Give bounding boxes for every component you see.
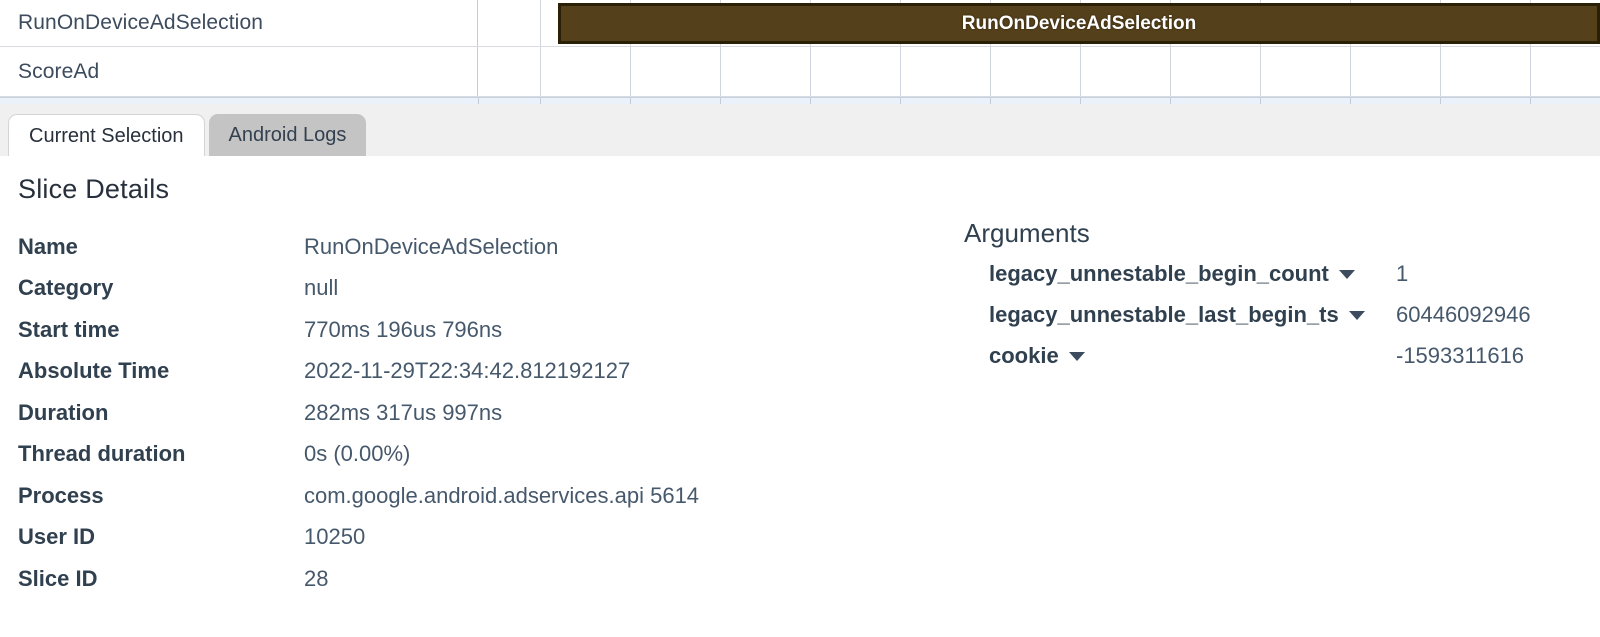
detail-key: Thread duration xyxy=(18,441,186,467)
timeline-slice[interactable]: RunOnDeviceAdSelection xyxy=(558,3,1600,44)
track-canvas[interactable]: RunOnDeviceAdSelection xyxy=(479,0,1600,46)
argument-key[interactable]: legacy_unnestable_begin_count xyxy=(989,261,1329,287)
timeline-gridline xyxy=(990,47,991,96)
slice-details-table: Name RunOnDeviceAdSelection Category null St… xyxy=(18,226,699,600)
detail-value: 10250 xyxy=(304,524,366,550)
track-title: ScoreAd xyxy=(18,59,100,83)
argument-value: 1 xyxy=(1396,260,1409,286)
detail-key: Process xyxy=(18,482,104,508)
detail-key: Duration xyxy=(18,399,109,425)
argument-key[interactable]: legacy_unnestable_last_begin_ts xyxy=(989,302,1339,328)
table-row: Thread duration 0s (0.00%) xyxy=(18,434,699,476)
detail-key: Start time xyxy=(18,316,120,342)
tab-android-logs[interactable]: Android Logs xyxy=(208,114,367,156)
timeline-footer-band xyxy=(0,97,1600,104)
argument-row-inner: legacy_unnestable_last_begin_ts 604460929… xyxy=(989,302,1531,328)
detail-value: 770ms 196us 796ns xyxy=(304,316,503,342)
argument-row-inner: cookie -1593311616 xyxy=(989,343,1524,369)
timeline-gridline xyxy=(1170,47,1171,96)
detail-key: Category xyxy=(18,275,114,301)
timeline-gridline xyxy=(1350,47,1351,96)
arguments-list: legacy_unnestable_begin_count 1 legacy_unn… xyxy=(964,253,1531,376)
table-row: Name RunOnDeviceAdSelection xyxy=(18,226,699,268)
argument-value: 60446092946 xyxy=(1396,301,1531,327)
track-row[interactable]: ScoreAd xyxy=(0,47,1600,97)
timeline-gridline xyxy=(1530,47,1531,96)
timeline-gridline xyxy=(720,47,721,96)
timeline-gridline xyxy=(540,0,541,46)
track-row[interactable]: RunOnDeviceAdSelection RunOnDeviceAdSele… xyxy=(0,0,1600,47)
track-shell[interactable]: RunOnDeviceAdSelection xyxy=(0,0,478,46)
chevron-down-icon[interactable] xyxy=(1068,352,1085,361)
detail-value: com.google.android.adservices.api 5614 xyxy=(304,482,700,508)
argument-row-inner: legacy_unnestable_begin_count 1 xyxy=(989,261,1408,287)
table-row: Duration 282ms 317us 997ns xyxy=(18,392,699,434)
detail-key: Absolute Time xyxy=(18,358,170,384)
table-row: Absolute Time 2022-11-29T22:34:42.8121921… xyxy=(18,351,699,393)
table-row: Process com.google.android.adservices.api… xyxy=(18,475,699,517)
tab-current-selection[interactable]: Current Selection xyxy=(8,114,205,156)
timeline-track-area[interactable]: RunOnDeviceAdSelection RunOnDeviceAdSele… xyxy=(0,0,1600,104)
argument-value: -1593311616 xyxy=(1396,342,1525,368)
timeline-gridline xyxy=(810,47,811,96)
table-row: User ID 10250 xyxy=(18,517,699,559)
argument-row[interactable]: legacy_unnestable_begin_count 1 xyxy=(964,253,1408,294)
timeline-gridline xyxy=(1260,47,1261,96)
timeline-gridline xyxy=(900,47,901,96)
timeline-gridline xyxy=(1080,47,1081,96)
track-title: RunOnDeviceAdSelection xyxy=(18,11,264,34)
page-title: Slice Details xyxy=(18,174,170,204)
timeline-slice-label: RunOnDeviceAdSelection xyxy=(961,12,1197,34)
argument-row[interactable]: legacy_unnestable_last_begin_ts 604460929… xyxy=(964,294,1531,335)
table-row: Start time 770ms 196us 796ns xyxy=(18,309,699,351)
chevron-down-icon[interactable] xyxy=(1338,270,1355,279)
timeline-gridline xyxy=(1440,47,1441,96)
slice-details-panel: Slice Details Name RunOnDeviceAdSelection… xyxy=(0,156,1600,637)
detail-value: 282ms 317us 997ns xyxy=(304,399,503,425)
argument-row[interactable]: cookie -1593311616 xyxy=(964,335,1524,376)
table-row: Slice ID 28 xyxy=(18,558,699,600)
argument-key[interactable]: cookie xyxy=(989,343,1059,369)
detail-panel-tab-bar[interactable]: Current Selection Android Logs xyxy=(0,104,1600,156)
detail-value: 2022-11-29T22:34:42.812192127 xyxy=(304,358,631,384)
table-row: Category null xyxy=(18,268,699,310)
timeline-gridline xyxy=(630,47,631,96)
detail-key: Name xyxy=(18,233,78,259)
detail-value: 0s (0.00%) xyxy=(304,441,411,467)
detail-value: null xyxy=(304,275,339,301)
track-shell[interactable]: ScoreAd xyxy=(0,47,478,96)
track-canvas[interactable] xyxy=(479,47,1600,96)
arguments-section: Arguments legacy_unnestable_begin_count 1… xyxy=(964,218,1531,376)
timeline-gridline xyxy=(540,47,541,96)
detail-value: RunOnDeviceAdSelection xyxy=(304,233,559,259)
arguments-heading: Arguments xyxy=(964,218,1090,248)
detail-key: User ID xyxy=(18,524,96,550)
detail-key: Slice ID xyxy=(18,565,98,591)
chevron-down-icon[interactable] xyxy=(1348,311,1365,320)
detail-value: 28 xyxy=(304,565,329,591)
